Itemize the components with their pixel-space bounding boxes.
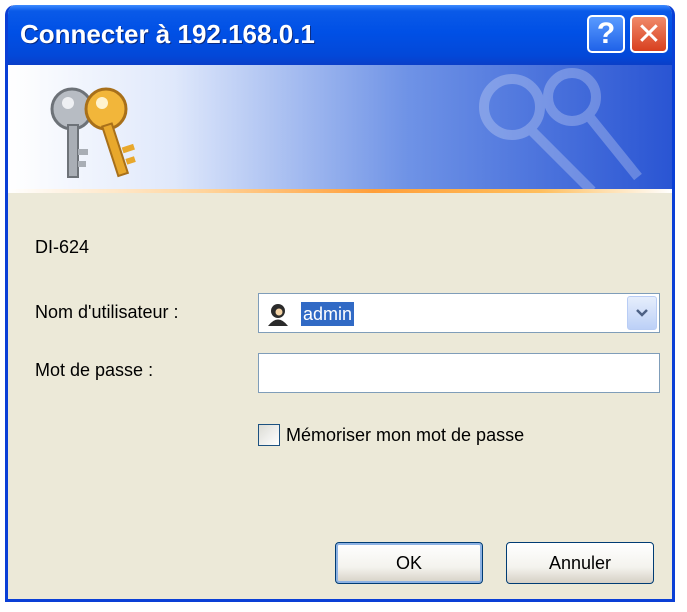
dropdown-button[interactable] bbox=[627, 296, 657, 330]
remember-label[interactable]: Mémoriser mon mot de passe bbox=[286, 425, 524, 446]
close-icon: ✕ bbox=[636, 17, 662, 51]
remember-checkbox[interactable] bbox=[258, 424, 280, 446]
password-label: Mot de passe : bbox=[35, 360, 154, 380]
title-bar[interactable]: Connecter à 192.168.0.1 ? ✕ bbox=[8, 5, 672, 65]
chevron-down-icon bbox=[636, 309, 648, 317]
header-banner bbox=[8, 65, 672, 193]
ok-button[interactable]: OK bbox=[335, 542, 483, 584]
username-label: Nom d'utilisateur : bbox=[35, 302, 179, 322]
dialog-content: DI-624 Nom d'utilisateur : admin Mot de … bbox=[8, 193, 672, 599]
window-title: Connecter à 192.168.0.1 bbox=[20, 19, 315, 49]
login-dialog: Connecter à 192.168.0.1 ? ✕ DI-624 Nom d… bbox=[5, 5, 675, 602]
cancel-button[interactable]: Annuler bbox=[506, 542, 654, 584]
user-icon bbox=[268, 304, 288, 326]
remember-password[interactable]: Mémoriser mon mot de passe bbox=[258, 420, 524, 450]
close-button[interactable]: ✕ bbox=[630, 15, 668, 53]
help-button[interactable]: ? bbox=[587, 15, 625, 53]
server-name: DI-624 bbox=[35, 237, 90, 257]
password-field[interactable] bbox=[258, 353, 660, 393]
keys-watermark-icon bbox=[479, 68, 642, 191]
keys-icon bbox=[50, 87, 136, 178]
username-value[interactable]: admin bbox=[301, 302, 355, 326]
username-combobox[interactable]: admin bbox=[258, 293, 660, 333]
help-icon: ? bbox=[596, 17, 616, 50]
